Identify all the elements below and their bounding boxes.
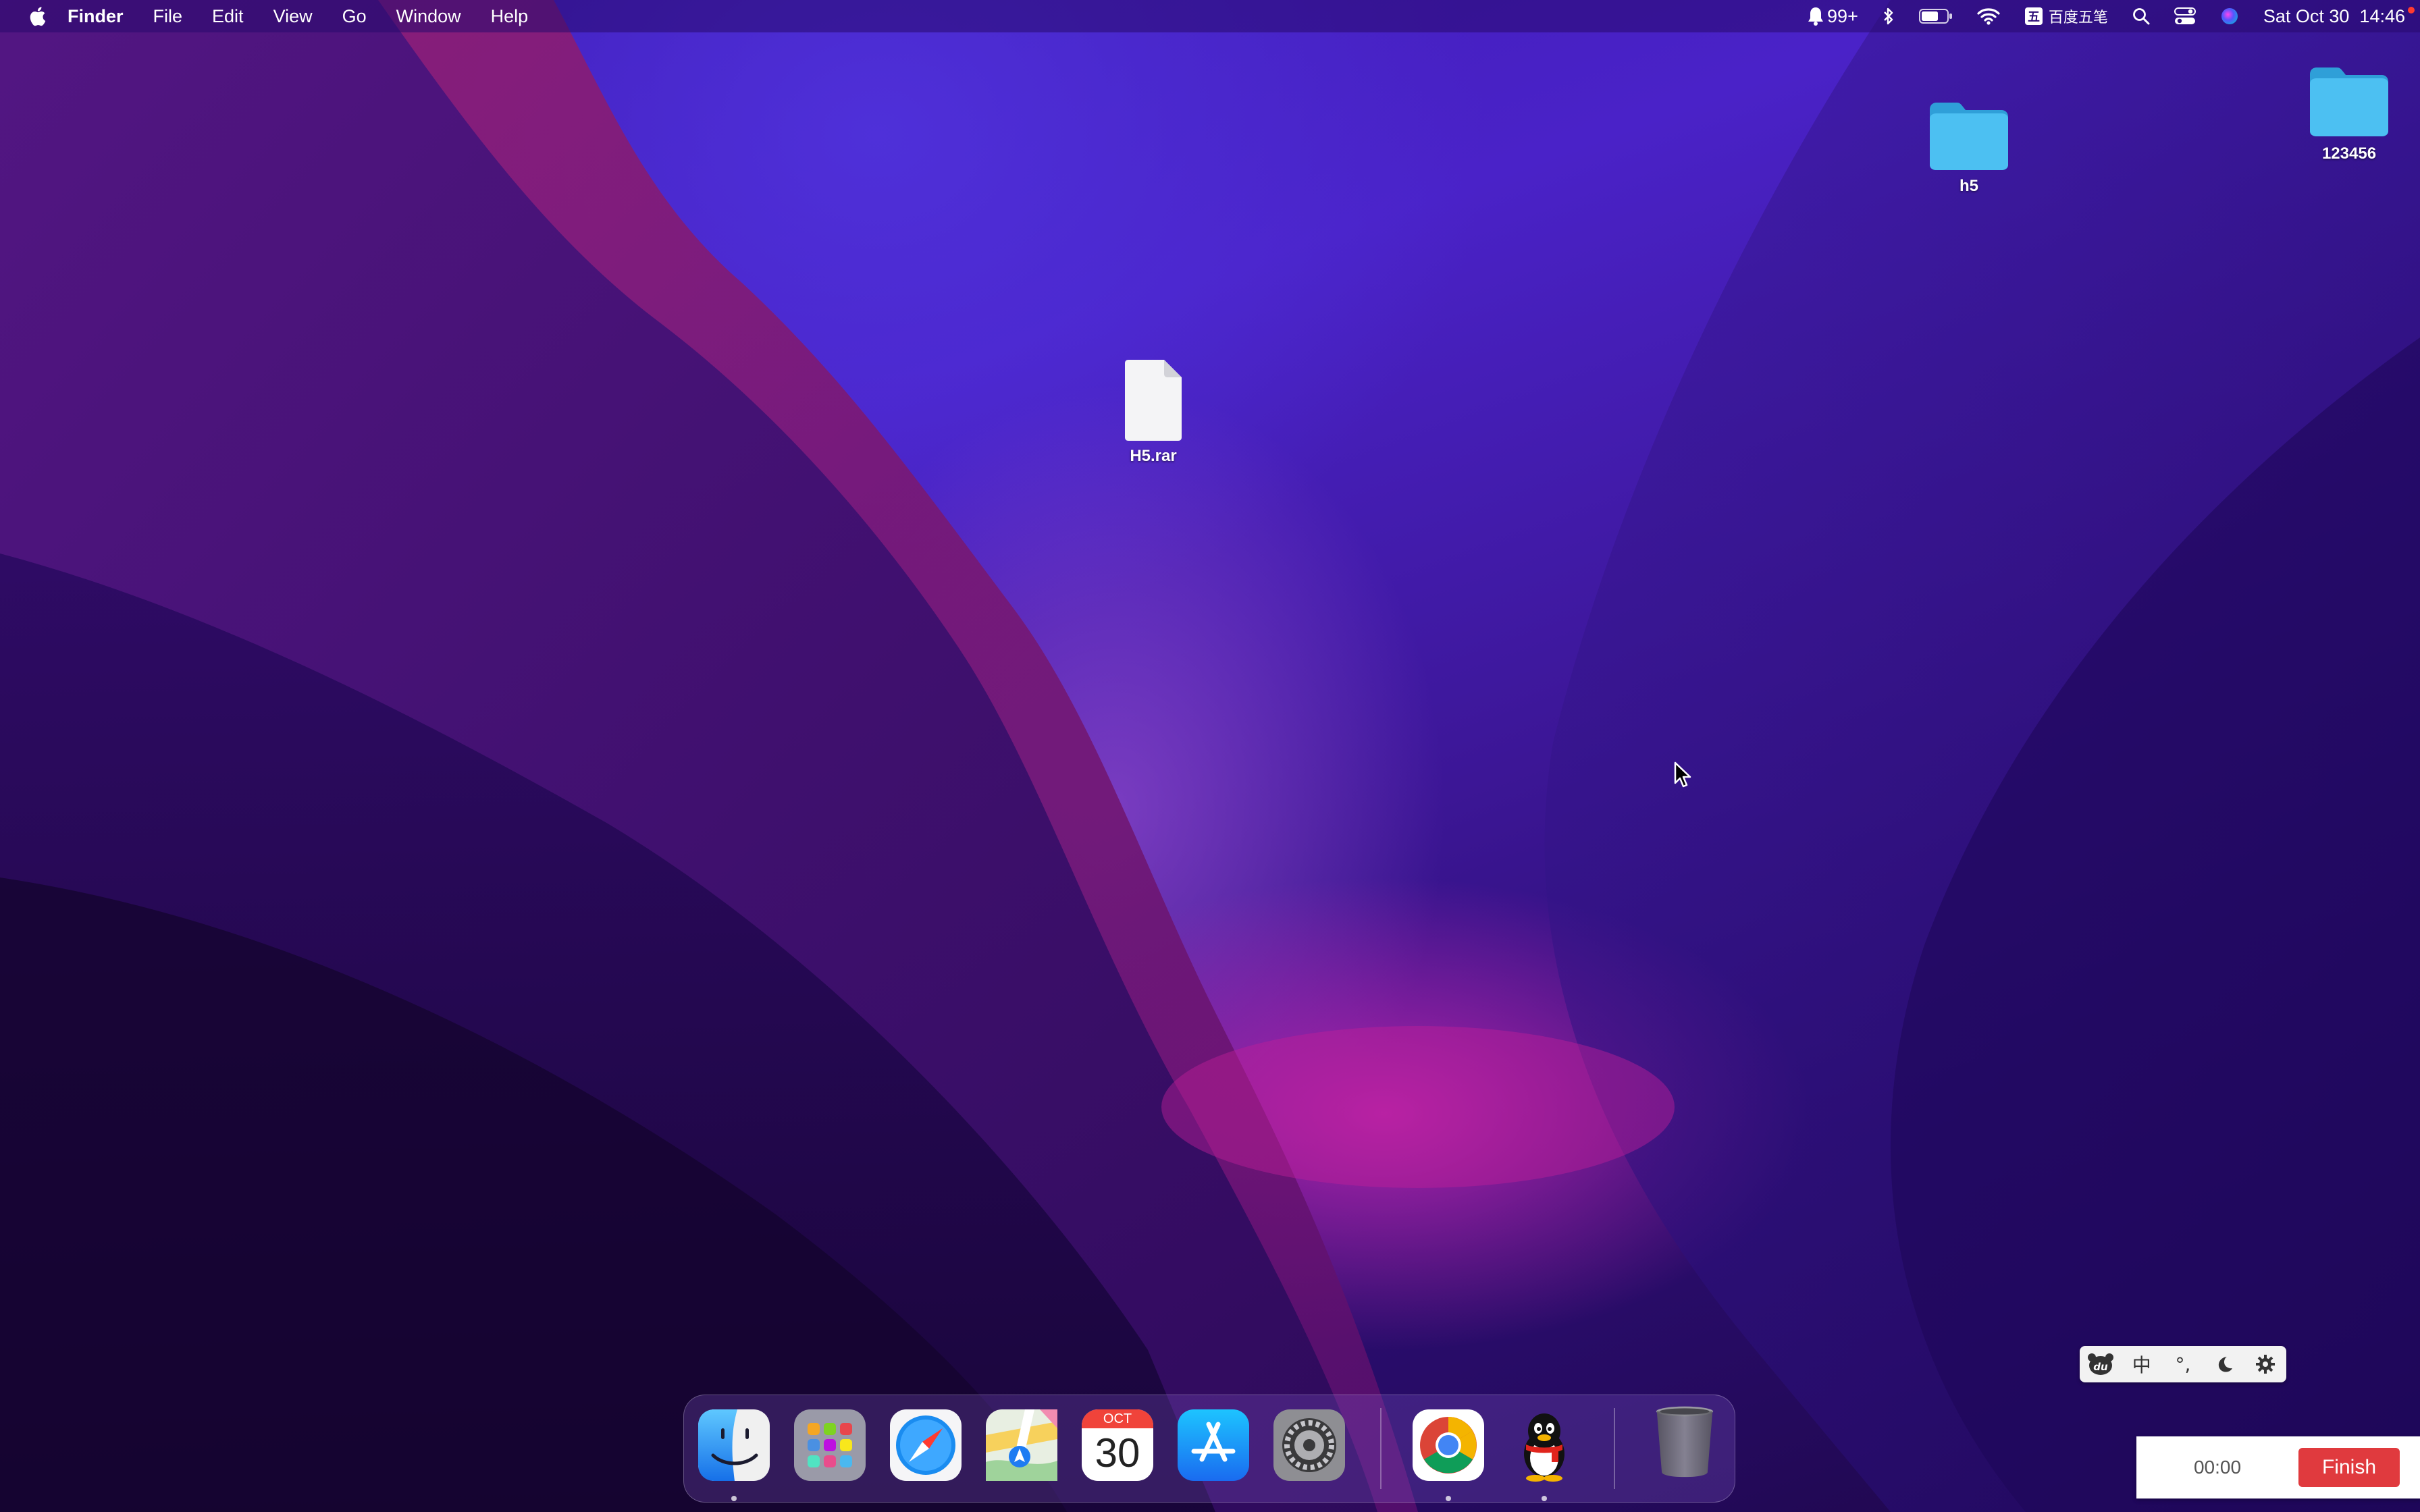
spotlight-search-icon[interactable] bbox=[2132, 7, 2150, 25]
qq-icon[interactable] bbox=[1507, 1408, 1581, 1482]
document-icon bbox=[1125, 360, 1182, 441]
bell-icon bbox=[1808, 7, 1824, 26]
bluetooth-icon[interactable] bbox=[1883, 7, 1895, 26]
app-store-icon[interactable] bbox=[1176, 1408, 1251, 1482]
menu-view[interactable]: View bbox=[273, 6, 313, 27]
menu-window[interactable]: Window bbox=[396, 6, 461, 27]
trash-icon[interactable] bbox=[1648, 1404, 1722, 1478]
moon-icon[interactable] bbox=[2208, 1349, 2240, 1379]
wallpaper-dunes bbox=[0, 0, 2420, 1512]
calendar-day: 30 bbox=[1095, 1430, 1140, 1476]
finder-icon[interactable] bbox=[697, 1408, 771, 1482]
calendar-month: OCT bbox=[1082, 1409, 1153, 1428]
notification-dot bbox=[2408, 7, 2415, 14]
desktop-item-label: H5.rar bbox=[1130, 447, 1177, 465]
svg-text:du: du bbox=[2093, 1361, 2108, 1373]
siri-icon[interactable] bbox=[2220, 7, 2239, 26]
svg-text:五: 五 bbox=[2028, 10, 2040, 24]
running-indicator bbox=[731, 1496, 737, 1501]
desktop-folder-123456[interactable]: 123456 bbox=[2298, 65, 2400, 163]
launchpad-icon[interactable] bbox=[793, 1408, 867, 1482]
menu-bar: Finder File Edit View Go Window Help 99+ bbox=[0, 0, 2420, 32]
running-indicator bbox=[1446, 1496, 1451, 1501]
ime-punctuation-button[interactable]: °, bbox=[2167, 1349, 2199, 1379]
wubi-icon: 五 bbox=[2024, 7, 2043, 25]
chrome-icon[interactable] bbox=[1411, 1408, 1485, 1482]
menubar-clock[interactable]: Sat Oct 30 14:46 bbox=[2263, 6, 2405, 27]
calendar-icon[interactable]: OCT 30 bbox=[1080, 1408, 1155, 1482]
du-logo-icon[interactable]: du bbox=[2084, 1349, 2117, 1379]
menu-help[interactable]: Help bbox=[491, 6, 529, 27]
safari-icon[interactable] bbox=[889, 1408, 963, 1482]
notification-count: 99+ bbox=[1827, 5, 1858, 26]
menu-app-name[interactable]: Finder bbox=[68, 6, 124, 27]
desktop-item-label: 123456 bbox=[2321, 144, 2377, 163]
input-method-label: 百度五笔 bbox=[2048, 9, 2108, 26]
folder-icon bbox=[1930, 103, 2008, 170]
wifi-icon[interactable] bbox=[1977, 7, 2000, 25]
desktop-wallpaper bbox=[0, 0, 2420, 1512]
control-center-icon[interactable] bbox=[2174, 7, 2196, 26]
timer-panel: 00:00 Finish bbox=[2136, 1436, 2420, 1498]
ime-toolbar: du 中 °, bbox=[2080, 1346, 2286, 1382]
maps-icon[interactable] bbox=[984, 1408, 1059, 1482]
desktop-item-label: h5 bbox=[1959, 177, 1978, 195]
menu-go[interactable]: Go bbox=[342, 6, 367, 27]
desktop-file-h5-rar[interactable]: H5.rar bbox=[1106, 359, 1201, 466]
menu-file[interactable]: File bbox=[153, 6, 183, 27]
input-method-item[interactable]: 五 百度五笔 bbox=[2024, 5, 2108, 27]
timer-display: 00:00 bbox=[2193, 1457, 2242, 1478]
ime-chinese-mode-button[interactable]: 中 bbox=[2126, 1349, 2158, 1379]
dock-separator bbox=[1380, 1408, 1382, 1489]
qq-notification-item[interactable]: 99+ bbox=[1807, 6, 1858, 27]
dock-separator bbox=[1614, 1408, 1615, 1489]
folder-icon bbox=[2310, 68, 2388, 136]
finish-button[interactable]: Finish bbox=[2298, 1448, 2400, 1487]
running-indicator bbox=[1542, 1496, 1547, 1501]
mouse-cursor-icon bbox=[1674, 761, 1691, 788]
gear-icon[interactable] bbox=[2249, 1349, 2282, 1379]
menu-edit[interactable]: Edit bbox=[212, 6, 244, 27]
battery-icon[interactable] bbox=[1918, 8, 1953, 24]
desktop-folder-h5[interactable]: h5 bbox=[1922, 100, 2016, 196]
system-preferences-icon[interactable] bbox=[1272, 1408, 1346, 1482]
apple-icon[interactable] bbox=[26, 4, 47, 28]
